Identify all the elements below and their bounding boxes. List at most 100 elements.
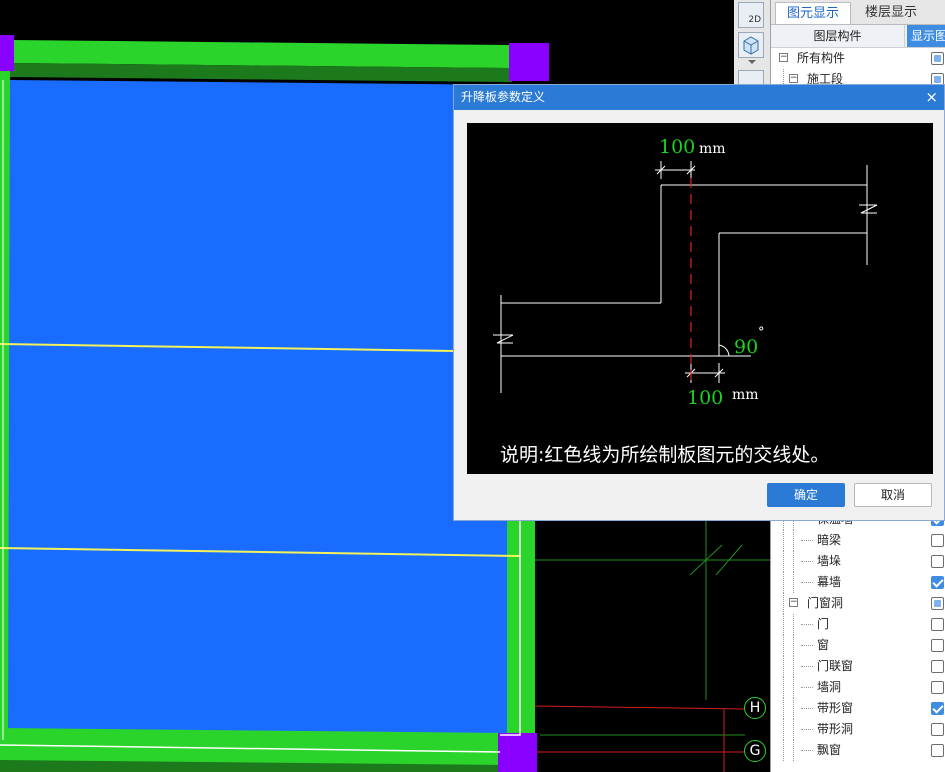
tree-guide-line <box>793 530 794 551</box>
tree-guide-line <box>801 666 813 667</box>
view-2d-button[interactable]: 2D <box>738 2 764 28</box>
diagram-note: 说明:红色线为所绘制板图元的交线处。 <box>500 444 829 466</box>
tree-guide-line <box>793 635 794 656</box>
angle-value: 90 <box>734 336 758 358</box>
tree-row[interactable]: 墙洞 <box>771 677 945 698</box>
tree-row[interactable]: 窗 <box>771 635 945 656</box>
tree-column-header: 图层构件 显示图 <box>771 25 945 48</box>
visibility-checkbox[interactable] <box>931 639 944 652</box>
view-toolbar: 2D <box>734 0 770 86</box>
tree-guide-line <box>801 582 813 583</box>
tree-guide-line <box>801 540 813 541</box>
tree-row[interactable]: − 门窗洞 <box>771 593 945 614</box>
tree-guide-line <box>783 572 784 593</box>
tree-row[interactable]: 带形洞 <box>771 719 945 740</box>
visibility-checkbox[interactable] <box>931 702 944 715</box>
tree-guide-line <box>801 750 813 751</box>
tree-guide-line <box>783 740 784 761</box>
tree-guide-line <box>801 624 813 625</box>
visibility-checkbox[interactable] <box>931 597 944 610</box>
visibility-checkbox[interactable] <box>931 52 944 65</box>
tree-row[interactable]: 幕墙 <box>771 572 945 593</box>
dialog-title: 升降板参数定义 <box>461 90 546 104</box>
panel-tab-bar: 图元显示 楼层显示 <box>771 0 945 25</box>
visibility-checkbox[interactable] <box>931 555 944 568</box>
tree-guide-line <box>783 656 784 677</box>
tree-guide-line <box>793 677 794 698</box>
axis-label-g: G <box>744 740 766 762</box>
tree-item-label: 带形窗 <box>817 701 854 715</box>
tree-guide-line <box>793 698 794 719</box>
tree-row[interactable]: 飘窗 <box>771 740 945 761</box>
tree-guide-line <box>793 719 794 740</box>
axis-label-h: H <box>744 697 766 719</box>
slab <box>0 80 525 742</box>
ok-button[interactable]: 确定 <box>767 483 845 507</box>
tree-row[interactable]: 暗梁 <box>771 530 945 551</box>
column-top-left <box>0 35 14 71</box>
tab-floor-display[interactable]: 楼层显示 <box>853 2 929 24</box>
tree-row[interactable]: 墙垛 <box>771 551 945 572</box>
visibility-checkbox[interactable] <box>931 534 944 547</box>
tree-guide-line <box>783 698 784 719</box>
tree-guide-line <box>801 561 813 562</box>
tree-guide-line <box>783 635 784 656</box>
tree-guide-line <box>793 656 794 677</box>
cancel-button[interactable]: 取消 <box>854 483 932 507</box>
column-header-show[interactable]: 显示图 <box>907 25 945 47</box>
cube-icon <box>743 36 759 55</box>
tree-guide-line <box>801 645 813 646</box>
tree-guide-line <box>783 614 784 635</box>
tree-guide-line <box>793 614 794 635</box>
tree-guide-line <box>783 530 784 551</box>
tree-item-label: 暗梁 <box>817 533 842 547</box>
close-icon[interactable]: × <box>925 85 938 110</box>
tree-guide-line <box>783 593 784 614</box>
tree-item-label: 墙洞 <box>817 680 842 694</box>
dropdown-arrow-icon[interactable] <box>748 60 756 64</box>
visibility-checkbox[interactable] <box>931 723 944 736</box>
beam-right <box>507 520 535 742</box>
column-top-right <box>509 43 549 81</box>
visibility-checkbox[interactable] <box>931 744 944 757</box>
tree-guide-line <box>801 708 813 709</box>
degree-symbol: ° <box>758 325 765 340</box>
tree-guide-line <box>783 677 784 698</box>
collapse-icon[interactable]: − <box>789 74 798 83</box>
slab-param-dialog: 升降板参数定义 × 100 mm 100 mm 90 ° 说明:红色线为所绘制板… <box>453 84 945 521</box>
tree-row[interactable]: 带形窗 <box>771 698 945 719</box>
visibility-checkbox[interactable] <box>931 660 944 673</box>
tree-row[interactable]: 门 <box>771 614 945 635</box>
visibility-checkbox[interactable] <box>931 618 944 631</box>
visibility-checkbox[interactable] <box>931 576 944 589</box>
tree-guide-line <box>793 551 794 572</box>
tree-guide-line <box>793 572 794 593</box>
slab-section-diagram: 100 mm 100 mm 90 ° 说明:红色线为所绘制板图元的交线处。 <box>467 123 933 474</box>
visibility-checkbox[interactable] <box>931 681 944 694</box>
tree-item-label: 门窗洞 <box>807 596 844 610</box>
column-bottom-right <box>498 733 537 772</box>
tree-item-label: 飘窗 <box>817 743 842 757</box>
tree-item-label: 带形洞 <box>817 722 854 736</box>
tree-guide-line <box>783 719 784 740</box>
tree-guide-line <box>801 687 813 688</box>
collapse-icon[interactable]: − <box>779 53 788 62</box>
tree-row[interactable]: − 所有构件 <box>771 48 945 69</box>
column-header-layer: 图层构件 <box>771 25 905 47</box>
dim-bottom-value: 100 <box>687 387 723 409</box>
tree-guide-line <box>783 551 784 572</box>
tree-item-label: 门 <box>817 617 830 631</box>
dim-top-unit: mm <box>699 141 726 157</box>
view-3d-button[interactable] <box>738 32 764 58</box>
tree-item-label: 门联窗 <box>817 659 854 673</box>
tree-item-label: 幕墙 <box>817 575 842 589</box>
tree-row[interactable]: 门联窗 <box>771 656 945 677</box>
tab-element-display[interactable]: 图元显示 <box>775 2 851 24</box>
dim-bottom-unit: mm <box>732 387 759 403</box>
collapse-icon[interactable]: − <box>789 598 798 607</box>
dialog-titlebar[interactable]: 升降板参数定义 × <box>454 85 944 110</box>
tree-guide-line <box>801 729 813 730</box>
dim-top-value: 100 <box>659 136 695 158</box>
tree-guide-line <box>793 740 794 761</box>
tree-item-label: 窗 <box>817 638 830 652</box>
